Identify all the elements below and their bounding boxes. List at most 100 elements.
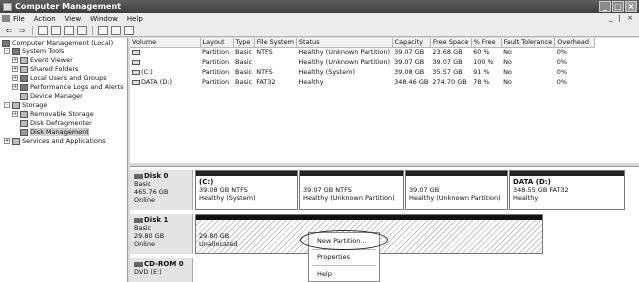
tree-item-disk-management[interactable]: Disk Management	[20, 128, 89, 136]
capacity-cell: 39.07 GB	[394, 48, 425, 57]
tree-item-services-applications[interactable]: + Services and Applications	[4, 137, 105, 145]
minimize-button[interactable]: _	[599, 1, 611, 12]
fault-tolerance-cell: No	[503, 58, 512, 66]
table-header-row: Volume Layout Type File System Status Ca…	[130, 38, 596, 48]
partition-unknown-1[interactable]: 39.07 GB NTFS Healthy (Unknown Partition…	[299, 170, 404, 210]
column-header-layout[interactable]: Layout	[200, 38, 234, 48]
tree-item-device-manager[interactable]: Device Manager	[20, 92, 83, 100]
tree-item-removable-storage[interactable]: + Removable Storage	[12, 110, 94, 118]
column-header-status[interactable]: Status	[296, 38, 393, 48]
table-row[interactable]: (C:) Partition Basic NTFS Healthy (Syste…	[130, 67, 595, 77]
removable-storage-icon	[20, 110, 28, 118]
settings-icon[interactable]	[124, 25, 134, 35]
column-header-volume[interactable]: Volume	[130, 38, 201, 48]
layout-cell: Partition	[202, 78, 230, 86]
collapse-icon[interactable]: -	[4, 102, 10, 108]
title-bar: Computer Management _ □ ×	[0, 0, 639, 13]
properties-icon[interactable]	[64, 25, 74, 35]
computer-icon	[2, 39, 10, 47]
volume-icon	[132, 59, 140, 65]
layout-cell: Partition	[202, 48, 230, 57]
cdrom-icon	[134, 261, 143, 267]
menu-view[interactable]: View	[65, 15, 82, 23]
expand-icon[interactable]: +	[12, 111, 18, 117]
expand-icon[interactable]: +	[12, 84, 18, 90]
menu-item-new-partition[interactable]: New Partition...	[317, 237, 367, 246]
menu-file[interactable]: File	[13, 15, 25, 23]
cdrom-0-row[interactable]: CD-ROM 0 DVD (E:)	[130, 258, 639, 282]
export-list-icon[interactable]	[77, 25, 87, 35]
tree-item-local-users-groups[interactable]: + Local Users and Groups	[12, 74, 107, 82]
column-header-percent-free[interactable]: % Free	[471, 38, 502, 48]
volume-list: Volume Layout Type File System Status Ca…	[130, 38, 639, 163]
disk-1-row[interactable]: Disk 1 Basic 29.80 GB Online 29.80 GB Un…	[130, 214, 639, 254]
menu-help[interactable]: Help	[127, 15, 143, 23]
menu-item-properties[interactable]: Properties	[317, 253, 350, 262]
disk-1-label[interactable]: Disk 1 Basic 29.80 GB Online	[130, 214, 193, 254]
file-system-cell	[254, 57, 296, 67]
type-cell: Basic	[235, 68, 253, 76]
partition-c[interactable]: (C:) 39.08 GB NTFS Healthy (System)	[195, 170, 298, 210]
defrag-icon	[20, 119, 28, 127]
back-icon[interactable]: ⇐	[4, 26, 14, 35]
table-row[interactable]: Partition Basic NTFS Healthy (Unknown Pa…	[130, 47, 595, 57]
expand-icon[interactable]: +	[12, 57, 18, 63]
volume-icon	[132, 49, 140, 55]
tree-item-storage[interactable]: - Storage	[4, 101, 47, 109]
open-icon[interactable]	[111, 25, 121, 35]
column-header-free-space[interactable]: Free Space	[430, 38, 472, 48]
table-row[interactable]: Partition Basic Healthy (Unknown Partiti…	[130, 57, 595, 67]
expand-icon[interactable]: +	[12, 66, 18, 72]
column-header-fault-tolerance[interactable]: Fault Tolerance	[501, 38, 556, 48]
column-header-type[interactable]: Type	[233, 38, 255, 48]
tree-item-disk-defragmenter[interactable]: Disk Defragmenter	[20, 119, 92, 127]
capacity-cell: 39.08 GB	[394, 68, 425, 76]
menu-separator	[312, 249, 376, 250]
toolbar: ⇐ ⇒	[0, 24, 639, 37]
disk-icon	[134, 173, 143, 179]
menu-item-help[interactable]: Help	[317, 270, 332, 279]
status-cell: Healthy (System)	[298, 68, 355, 76]
tree-item-shared-folders[interactable]: + Shared Folders	[12, 65, 78, 73]
disk-management-icon	[20, 128, 28, 136]
type-cell: Basic	[235, 78, 253, 86]
partition-data-d[interactable]: DATA (D:) 348.55 GB FAT32 Healthy	[509, 170, 625, 210]
overhead-cell: 0%	[556, 58, 568, 66]
partition-unknown-2[interactable]: 39.07 GB Healthy (Unknown Partition)	[405, 170, 508, 210]
collapse-icon[interactable]: -	[4, 48, 10, 54]
expand-icon[interactable]: +	[4, 138, 10, 144]
tree-item-computer-management[interactable]: Computer Management (Local)	[2, 39, 113, 47]
disk-0-row[interactable]: Disk 0 Basic 465.76 GB Online (C:) 39.08…	[130, 170, 639, 210]
console-tree: Computer Management (Local) - System Too…	[0, 38, 128, 282]
performance-icon	[20, 83, 28, 91]
column-header-file-system[interactable]: File System	[254, 38, 297, 48]
fault-tolerance-cell: No	[503, 48, 512, 57]
storage-icon	[12, 101, 20, 109]
volume-icon	[132, 69, 140, 75]
menu-window[interactable]: Window	[90, 15, 118, 23]
expand-icon[interactable]: +	[12, 75, 18, 81]
volume-cell	[130, 57, 200, 67]
shared-folder-icon	[20, 65, 28, 73]
mmc-icon	[2, 15, 10, 22]
tree-item-performance-logs[interactable]: + Performance Logs and Alerts	[12, 83, 123, 91]
close-button[interactable]: ×	[625, 1, 637, 12]
child-window-controls[interactable]: _ | ×	[609, 14, 635, 22]
cdrom-0-label[interactable]: CD-ROM 0 DVD (E:)	[130, 258, 193, 282]
up-one-level-icon[interactable]	[38, 25, 48, 35]
layout-cell: Partition	[202, 68, 230, 76]
forward-icon[interactable]: ⇒	[17, 26, 27, 35]
column-header-capacity[interactable]: Capacity	[392, 38, 431, 48]
volume-cell: DATA (D:)	[130, 77, 200, 87]
show-hide-tree-icon[interactable]	[51, 25, 61, 35]
percent-free-cell: 78 %	[473, 78, 490, 86]
table-row[interactable]: DATA (D:) Partition Basic FAT32 Healthy …	[130, 77, 595, 87]
menu-action[interactable]: Action	[34, 15, 56, 23]
tree-item-system-tools[interactable]: - System Tools	[4, 47, 64, 55]
disk-graphical-view: Disk 0 Basic 465.76 GB Online (C:) 39.08…	[130, 166, 639, 282]
tree-item-event-viewer[interactable]: + Event Viewer	[12, 56, 73, 64]
disk-0-label[interactable]: Disk 0 Basic 465.76 GB Online	[130, 170, 193, 210]
maximize-button[interactable]: □	[612, 1, 624, 12]
column-header-overhead[interactable]: Overhead	[554, 38, 596, 48]
help-icon[interactable]	[98, 25, 108, 35]
